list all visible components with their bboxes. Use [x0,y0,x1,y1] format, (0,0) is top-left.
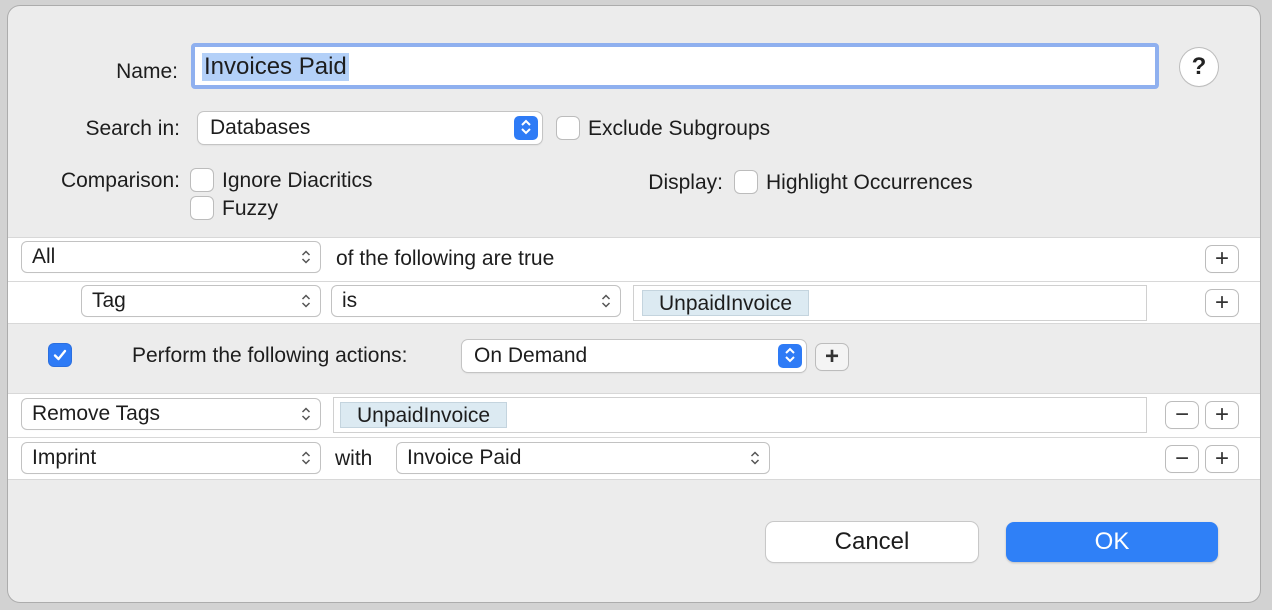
ok-button[interactable]: OK [1006,522,1218,562]
chevron-updown-icon [778,344,802,368]
chevron-updown-icon [301,451,311,465]
action-tag-field[interactable]: UnpaidInvoice [333,397,1147,433]
comparison-label: Comparison: [60,169,180,192]
remove-action-button-2[interactable]: − [1166,446,1198,472]
fuzzy-label: Fuzzy [222,197,279,220]
chevron-updown-icon [601,294,611,308]
search-in-value: Databases [210,116,311,139]
condition-operator-value: is [342,289,358,312]
highlight-occurrences-checkbox[interactable] [735,171,757,193]
help-button[interactable]: ? [1180,48,1218,86]
condition-field-value: Tag [92,289,126,312]
tag-token[interactable]: UnpaidInvoice [642,290,810,316]
actions-trigger-popup[interactable]: On Demand [462,340,806,372]
tag-token[interactable]: UnpaidInvoice [340,402,508,428]
exclude-subgroups-label: Exclude Subgroups [588,117,771,140]
action-type-value-2: Imprint [32,446,97,469]
chevron-updown-icon [514,116,538,140]
match-value: All [32,245,56,268]
perform-actions-checkbox[interactable] [49,344,71,366]
name-label: Name: [116,60,178,83]
chevron-updown-icon [301,250,311,264]
highlight-occurrences-label: Highlight Occurrences [766,171,973,194]
match-text: of the following are true [336,247,555,270]
match-select[interactable]: All [22,242,320,272]
actions-trigger-value: On Demand [474,344,588,367]
imprint-value-select[interactable]: Invoice Paid [397,443,769,473]
fuzzy-checkbox[interactable] [191,197,213,219]
smart-group-dialog: Name: Invoices Paid ? Search in: Databas… [8,6,1260,602]
display-label: Display: [648,171,723,194]
search-in-label: Search in: [85,117,180,140]
add-action-row-button-2[interactable]: + [1206,446,1238,472]
action-type-select-2[interactable]: Imprint [22,443,320,473]
action-type-value-1: Remove Tags [32,402,161,425]
name-input-value: Invoices Paid [202,53,349,81]
exclude-subgroups-checkbox[interactable] [557,117,579,139]
chevron-updown-icon [750,451,760,465]
imprint-with-label: with [335,447,373,470]
action-type-select-1[interactable]: Remove Tags [22,399,320,429]
add-condition-button[interactable]: + [1206,246,1238,272]
checkmark-icon [53,349,67,361]
condition-field-select[interactable]: Tag [82,286,320,316]
add-action-button[interactable]: + [816,344,848,370]
cancel-button[interactable]: Cancel [766,522,978,562]
search-in-popup[interactable]: Databases [198,112,542,144]
chevron-updown-icon [301,294,311,308]
name-input[interactable]: Invoices Paid [191,43,1159,89]
remove-action-button-1[interactable]: − [1166,402,1198,428]
perform-actions-label: Perform the following actions: [132,344,408,367]
ignore-diacritics-label: Ignore Diacritics [222,169,373,192]
imprint-value: Invoice Paid [407,446,522,469]
condition-operator-select[interactable]: is [332,286,620,316]
chevron-updown-icon [301,407,311,421]
add-condition-row-button[interactable]: + [1206,290,1238,316]
add-action-row-button-1[interactable]: + [1206,402,1238,428]
ignore-diacritics-checkbox[interactable] [191,169,213,191]
condition-tag-field[interactable]: UnpaidInvoice [633,285,1147,321]
